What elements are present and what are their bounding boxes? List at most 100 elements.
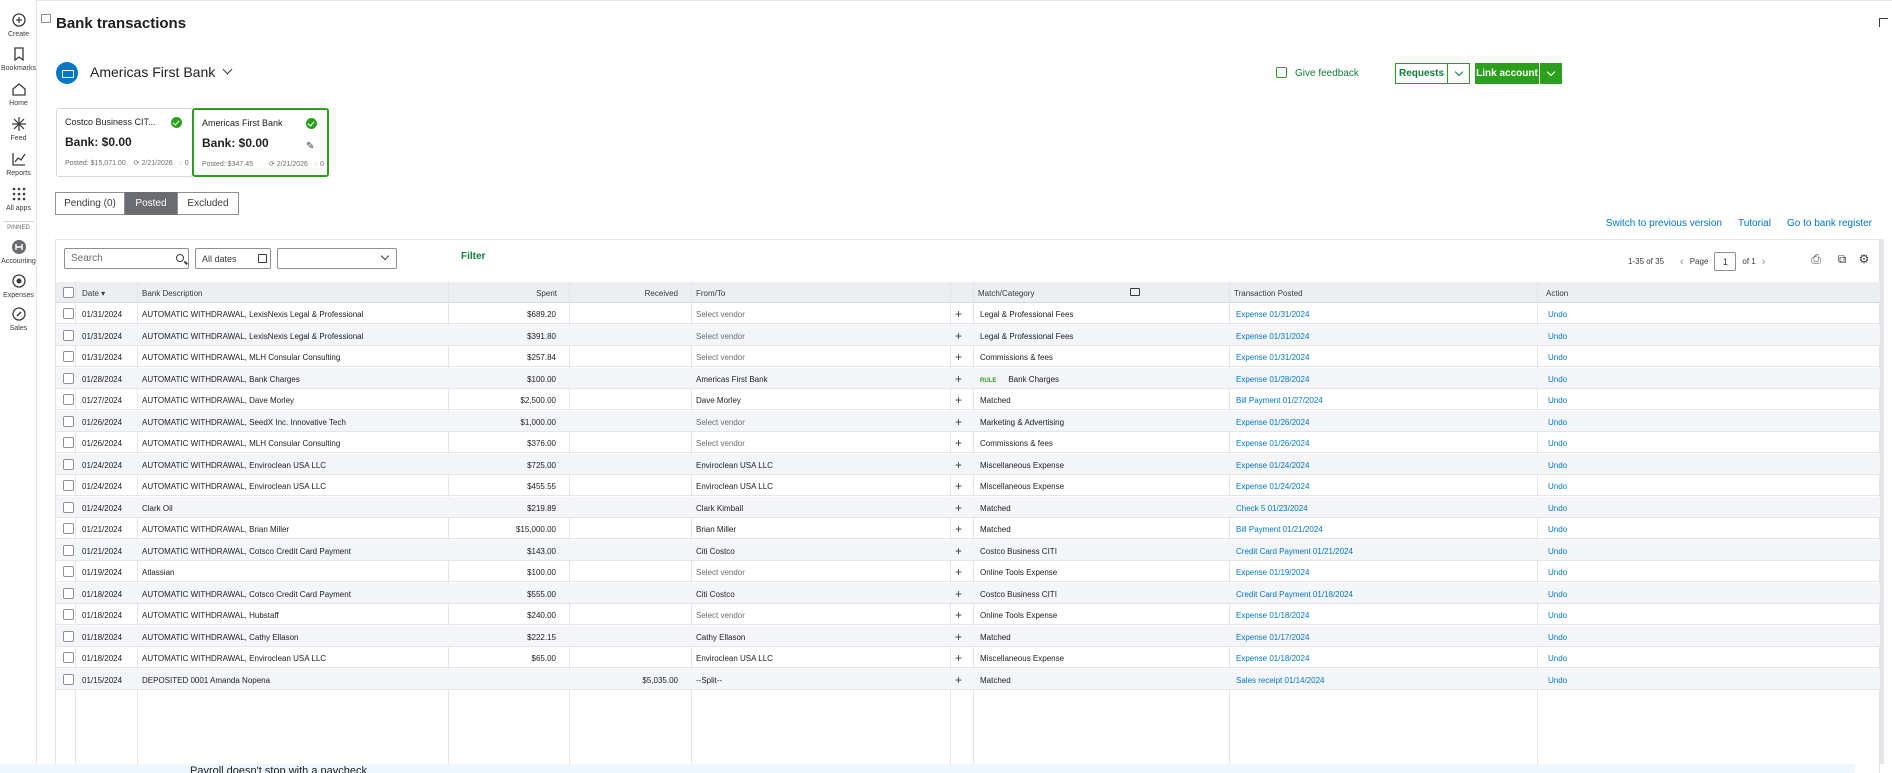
row-match-category[interactable]: Miscellaneous Expense: [980, 461, 1064, 470]
row-match-category[interactable]: Matched: [980, 676, 1011, 685]
account-card-costco[interactable]: Costco Business CIT... Bank: $0.00 Poste…: [56, 108, 193, 177]
add-icon[interactable]: +: [955, 458, 962, 472]
row-transaction-posted-link[interactable]: Expense 01/28/2024: [1236, 375, 1309, 384]
add-icon[interactable]: +: [955, 415, 962, 429]
add-icon[interactable]: +: [955, 307, 962, 321]
row-checkbox[interactable]: [63, 308, 74, 319]
row-checkbox[interactable]: [63, 351, 74, 362]
rail-home[interactable]: Home: [0, 81, 37, 107]
row-from-to[interactable]: Select vendor: [696, 332, 745, 341]
table-row[interactable]: 01/28/2024 AUTOMATIC WITHDRAWAL, Bank Cha…: [56, 367, 1880, 389]
row-match-category[interactable]: Marketing & Advertising: [980, 418, 1064, 427]
link-account-dropdown-button[interactable]: [1540, 63, 1562, 84]
tab-posted[interactable]: Posted: [125, 192, 177, 215]
row-checkbox[interactable]: [63, 609, 74, 620]
row-match-category[interactable]: Legal & Professional Fees: [980, 310, 1073, 319]
bank-account-selector[interactable]: Americas First Bank: [90, 64, 215, 80]
row-checkbox[interactable]: [63, 415, 74, 427]
search-input[interactable]: Search: [64, 248, 189, 269]
page-number-input[interactable]: 1: [1714, 252, 1737, 271]
search-icon[interactable]: [176, 254, 184, 262]
requests-dropdown-button[interactable]: [1448, 63, 1470, 84]
row-match-category[interactable]: Costco Business CITI: [980, 547, 1057, 556]
row-from-to[interactable]: --Split--: [696, 676, 722, 685]
row-checkbox[interactable]: [63, 394, 74, 405]
table-row[interactable]: 01/26/2024 AUTOMATIC WITHDRAWAL, SeedX In…: [56, 410, 1880, 432]
table-row[interactable]: 01/19/2024 Atlassian $100.00 Select vendor +…: [56, 561, 1880, 582]
table-row[interactable]: 01/21/2024 AUTOMATIC WITHDRAWAL, Cotsco C…: [56, 539, 1880, 561]
row-from-to[interactable]: Select vendor: [696, 611, 745, 620]
row-undo-link[interactable]: Undo: [1548, 353, 1567, 362]
row-transaction-posted-link[interactable]: Credit Card Payment 01/21/2024: [1236, 547, 1353, 556]
row-undo-link[interactable]: Undo: [1548, 654, 1567, 663]
row-transaction-posted-link[interactable]: Expense 01/31/2024: [1236, 353, 1309, 362]
rail-expenses[interactable]: Expenses: [0, 273, 37, 299]
row-from-to[interactable]: Brian Miller: [696, 525, 736, 534]
table-row[interactable]: 01/24/2024 AUTOMATIC WITHDRAWAL, Envirocl…: [56, 475, 1880, 496]
table-row[interactable]: 01/18/2024 AUTOMATIC WITHDRAWAL, Envirocl…: [56, 647, 1880, 668]
row-from-to[interactable]: Select vendor: [696, 568, 745, 577]
row-transaction-posted-link[interactable]: Expense 01/24/2024: [1236, 482, 1309, 491]
give-feedback-link[interactable]: Give feedback: [1295, 68, 1359, 79]
add-icon[interactable]: +: [955, 372, 962, 386]
row-match-category[interactable]: RULE Bank Charges: [980, 375, 1059, 384]
row-transaction-posted-link[interactable]: Expense 01/31/2024: [1236, 310, 1309, 319]
row-match-category[interactable]: Matched: [980, 504, 1011, 513]
table-row[interactable]: 01/31/2024 AUTOMATIC WITHDRAWAL, MLH Cons…: [56, 346, 1880, 367]
row-checkbox[interactable]: [63, 437, 74, 448]
collapse-nav-icon[interactable]: [41, 14, 51, 23]
row-checkbox[interactable]: [63, 329, 74, 341]
rail-all-apps[interactable]: All apps: [0, 186, 37, 212]
row-checkbox[interactable]: [63, 372, 74, 384]
row-checkbox[interactable]: [63, 523, 74, 534]
row-transaction-posted-link[interactable]: Expense 01/31/2024: [1236, 332, 1309, 341]
bank-register-link[interactable]: Go to bank register: [1787, 218, 1872, 229]
table-row[interactable]: 01/31/2024 AUTOMATIC WITHDRAWAL, LexisNex…: [56, 303, 1880, 324]
row-undo-link[interactable]: Undo: [1548, 611, 1567, 620]
filter-button[interactable]: Filter: [461, 251, 485, 262]
row-undo-link[interactable]: Undo: [1548, 676, 1567, 685]
table-row[interactable]: 01/24/2024 Clark Oil $219.89 Clark Kimball +…: [56, 496, 1880, 518]
row-match-category[interactable]: Matched: [980, 633, 1011, 642]
row-from-to[interactable]: Select vendor: [696, 439, 745, 448]
table-row[interactable]: 01/18/2024 AUTOMATIC WITHDRAWAL, Cathy El…: [56, 625, 1880, 647]
row-from-to[interactable]: Enviroclean USA LLC: [696, 461, 773, 470]
row-transaction-posted-link[interactable]: Expense 01/17/2024: [1236, 633, 1309, 642]
tutorial-link[interactable]: Tutorial: [1738, 218, 1771, 229]
add-icon[interactable]: +: [955, 479, 962, 493]
calendar-icon[interactable]: [258, 254, 267, 263]
add-icon[interactable]: +: [955, 522, 962, 536]
tab-excluded[interactable]: Excluded: [177, 192, 239, 215]
table-scrollbar[interactable]: [1880, 239, 1884, 764]
table-row[interactable]: 01/21/2024 AUTOMATIC WITHDRAWAL, Brian Mi…: [56, 518, 1880, 539]
row-match-category[interactable]: Legal & Professional Fees: [980, 332, 1073, 341]
row-transaction-posted-link[interactable]: Expense 01/26/2024: [1236, 418, 1309, 427]
print-icon[interactable]: ⎙: [1810, 253, 1822, 265]
row-transaction-posted-link[interactable]: Sales receipt 01/14/2024: [1236, 676, 1325, 685]
row-match-category[interactable]: Online Tools Expense: [980, 568, 1057, 577]
row-from-to[interactable]: Select vendor: [696, 418, 745, 427]
row-undo-link[interactable]: Undo: [1548, 482, 1567, 491]
row-transaction-posted-link[interactable]: Expense 01/18/2024: [1236, 611, 1309, 620]
row-match-category[interactable]: Matched: [980, 396, 1011, 405]
row-checkbox[interactable]: [63, 544, 74, 556]
rail-feed[interactable]: Feed: [0, 116, 37, 142]
table-row[interactable]: 01/24/2024 AUTOMATIC WITHDRAWAL, Envirocl…: [56, 453, 1880, 475]
settings-gear-icon[interactable]: ⚙: [1858, 253, 1870, 265]
col-date[interactable]: Date ▾: [82, 289, 105, 298]
add-icon[interactable]: +: [955, 587, 962, 601]
table-row[interactable]: 01/26/2024 AUTOMATIC WITHDRAWAL, MLH Cons…: [56, 432, 1880, 453]
rail-bookmarks[interactable]: Bookmarks: [0, 46, 37, 72]
rail-accounting[interactable]: Accounting: [0, 239, 37, 265]
rail-create[interactable]: Create: [0, 12, 37, 38]
row-checkbox[interactable]: [63, 673, 74, 685]
add-icon[interactable]: +: [955, 565, 962, 579]
row-match-category[interactable]: Matched: [980, 525, 1011, 534]
type-filter-select[interactable]: [277, 248, 397, 269]
row-undo-link[interactable]: Undo: [1548, 418, 1567, 427]
account-card-americas-first[interactable]: Americas First Bank Bank: $0.00 ✎ Posted…: [192, 108, 329, 177]
pencil-icon[interactable]: ✎: [306, 142, 316, 152]
row-from-to[interactable]: Enviroclean USA LLC: [696, 482, 773, 491]
rail-reports[interactable]: Reports: [0, 151, 37, 177]
row-undo-link[interactable]: Undo: [1548, 375, 1567, 384]
